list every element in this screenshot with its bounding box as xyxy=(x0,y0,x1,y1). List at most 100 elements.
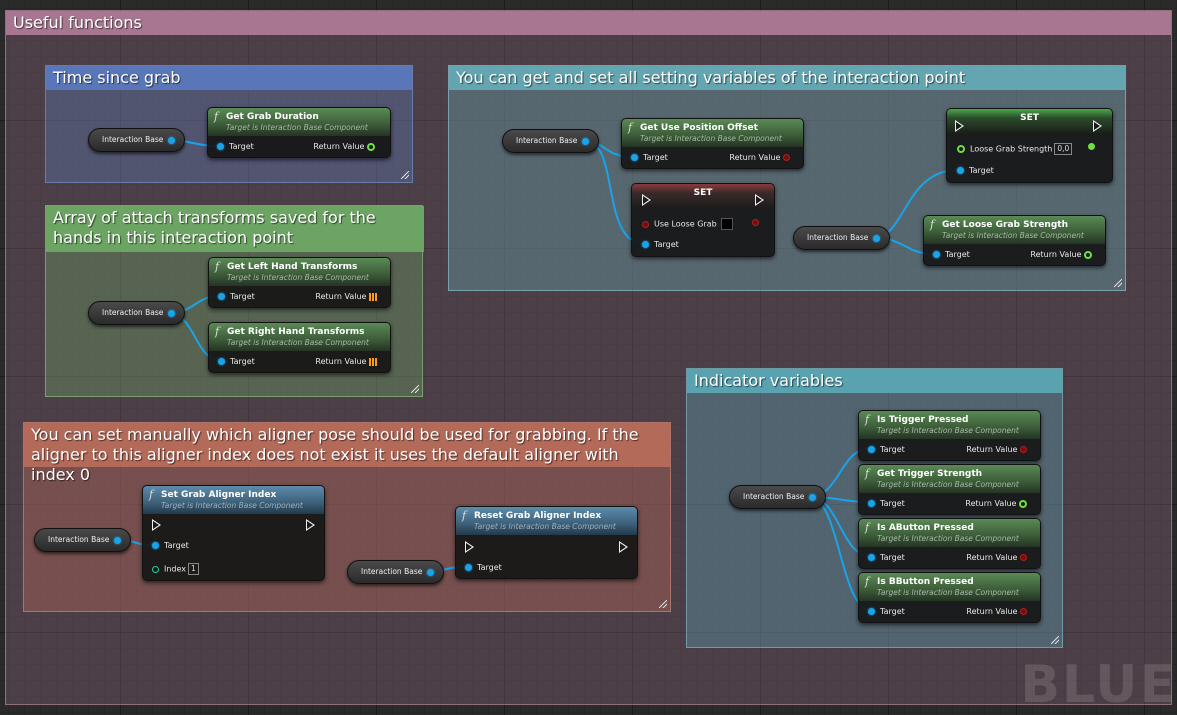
bool-out-pin[interactable] xyxy=(752,219,759,226)
bool-pin[interactable] xyxy=(642,220,649,228)
float-pin[interactable] xyxy=(957,145,965,153)
node-reset-grab-aligner-index[interactable]: f Reset Grab Aligner Index Target is Int… xyxy=(455,506,638,579)
int-pin[interactable] xyxy=(152,565,159,573)
resize-handle[interactable] xyxy=(401,171,409,179)
interaction-base-getter[interactable]: Interaction Base xyxy=(88,301,185,325)
target-pin[interactable] xyxy=(642,241,649,248)
pin-row-return[interactable]: Return Value xyxy=(313,142,380,152)
node-set-loose-grab-strength[interactable]: SET Loose Grab Strength 0,0 Target xyxy=(946,108,1113,183)
pin-row-target[interactable]: Target xyxy=(465,563,502,573)
pin-row-return[interactable]: Return Value xyxy=(966,553,1032,563)
interaction-base-getter[interactable]: Interaction Base xyxy=(34,528,131,552)
target-pin[interactable] xyxy=(218,358,225,365)
node-get-left-hand-transforms[interactable]: f Get Left Hand Transforms Target is Int… xyxy=(208,257,391,308)
interaction-base-getter[interactable]: Interaction Base xyxy=(793,226,890,250)
exec-out-pin[interactable] xyxy=(755,194,764,206)
pin-row-target[interactable]: Target xyxy=(217,142,254,152)
output-pin[interactable] xyxy=(168,137,175,144)
value-input[interactable]: 0,0 xyxy=(1054,143,1073,155)
pin-row-index[interactable]: Index 1 xyxy=(152,563,199,575)
return-pin[interactable] xyxy=(1020,446,1027,453)
interaction-base-getter[interactable]: Interaction Base xyxy=(502,129,599,153)
output-pin[interactable] xyxy=(427,569,434,576)
pin-row-return[interactable]: Return Value xyxy=(315,292,382,302)
resize-handle[interactable] xyxy=(411,385,419,393)
pin-row-return[interactable]: Return Value xyxy=(1030,250,1097,260)
pin-row-target[interactable]: Target xyxy=(218,292,255,302)
return-pin[interactable] xyxy=(1020,554,1027,561)
pin-row-target[interactable]: Target xyxy=(868,445,905,455)
output-pin[interactable] xyxy=(873,235,880,242)
output-pin[interactable] xyxy=(809,494,816,501)
target-pin[interactable] xyxy=(152,542,159,549)
target-pin[interactable] xyxy=(957,167,964,174)
resize-handle[interactable] xyxy=(1051,636,1059,644)
target-pin[interactable] xyxy=(217,143,224,150)
node-get-trigger-strength[interactable]: f Get Trigger Strength Target is Interac… xyxy=(858,464,1041,515)
interaction-base-getter[interactable]: Interaction Base xyxy=(88,128,185,152)
exec-out-pin[interactable] xyxy=(619,541,628,553)
pin-row-return[interactable]: Return Value xyxy=(729,153,795,163)
node-is-trigger-pressed[interactable]: f Is Trigger Pressed Target is Interacti… xyxy=(858,410,1041,461)
exec-in-pin[interactable] xyxy=(152,519,161,531)
pin-row-target[interactable]: Target xyxy=(933,250,970,260)
comment-title: Useful functions xyxy=(6,11,1171,35)
return-pin[interactable] xyxy=(1019,499,1027,508)
pin-row-return[interactable]: Return Value xyxy=(965,499,1032,509)
interaction-base-getter[interactable]: Interaction Base xyxy=(729,485,826,509)
pin-row-target[interactable]: Target xyxy=(868,607,905,617)
node-get-loose-grab-strength[interactable]: f Get Loose Grab Strength Target is Inte… xyxy=(923,215,1106,266)
return-pin[interactable] xyxy=(1020,608,1027,615)
node-title: Is AButton Pressed xyxy=(877,523,974,533)
return-pin[interactable] xyxy=(369,357,377,366)
resize-handle[interactable] xyxy=(659,600,667,608)
target-pin[interactable] xyxy=(868,500,875,507)
exec-in-pin[interactable] xyxy=(955,120,964,132)
pin-row-loose-grab-strength[interactable]: Loose Grab Strength 0,0 xyxy=(957,143,1073,155)
index-input[interactable]: 1 xyxy=(188,563,199,575)
pin-row-target[interactable]: Target xyxy=(218,357,255,367)
checkbox[interactable] xyxy=(720,218,733,230)
node-get-use-position-offset[interactable]: f Get Use Position Offset Target is Inte… xyxy=(621,118,804,169)
target-pin[interactable] xyxy=(868,446,875,453)
target-pin[interactable] xyxy=(631,154,638,161)
node-get-grab-duration[interactable]: f Get Grab Duration Target is Interactio… xyxy=(207,107,391,158)
pin-row-return[interactable]: Return Value xyxy=(966,445,1032,455)
exec-in-pin[interactable] xyxy=(465,541,474,553)
pin-row-target[interactable]: Target xyxy=(152,541,189,551)
resize-handle[interactable] xyxy=(1114,279,1122,287)
return-pin[interactable] xyxy=(1084,250,1092,259)
return-pin[interactable] xyxy=(783,154,790,161)
pin-label: Return Value xyxy=(966,445,1018,454)
node-is-bbutton-pressed[interactable]: f Is BButton Pressed Target is Interacti… xyxy=(858,572,1041,623)
function-icon: f xyxy=(215,260,220,273)
pin-row-return[interactable]: Return Value xyxy=(966,607,1032,617)
target-pin[interactable] xyxy=(465,564,472,571)
target-pin[interactable] xyxy=(218,293,225,300)
node-set-use-loose-grab[interactable]: SET Use Loose Grab Target xyxy=(631,183,775,257)
pin-label: Target xyxy=(880,607,905,616)
pin-row-target[interactable]: Target xyxy=(868,553,905,563)
output-pin[interactable] xyxy=(168,310,175,317)
return-pin[interactable] xyxy=(367,142,375,151)
node-is-abutton-pressed[interactable]: f Is AButton Pressed Target is Interacti… xyxy=(858,518,1041,569)
target-pin[interactable] xyxy=(868,554,875,561)
return-pin[interactable] xyxy=(369,292,377,301)
interaction-base-getter[interactable]: Interaction Base xyxy=(347,560,444,584)
node-set-grab-aligner-index[interactable]: f Set Grab Aligner Index Target is Inter… xyxy=(142,485,325,581)
pin-row-target[interactable]: Target xyxy=(631,153,668,163)
exec-out-pin[interactable] xyxy=(1093,120,1102,132)
exec-in-pin[interactable] xyxy=(642,194,651,206)
target-pin[interactable] xyxy=(868,608,875,615)
target-pin[interactable] xyxy=(933,251,940,258)
pin-row-target[interactable]: Target xyxy=(642,240,679,250)
node-get-right-hand-transforms[interactable]: f Get Right Hand Transforms Target is In… xyxy=(208,322,391,373)
exec-out-pin[interactable] xyxy=(306,519,315,531)
pin-row-return[interactable]: Return Value xyxy=(315,357,382,367)
float-out-pin[interactable] xyxy=(1088,143,1095,150)
pin-row-target[interactable]: Target xyxy=(957,166,994,176)
pin-row-target[interactable]: Target xyxy=(868,499,905,509)
output-pin[interactable] xyxy=(114,537,121,544)
pin-row-use-loose-grab[interactable]: Use Loose Grab xyxy=(642,218,733,230)
output-pin[interactable] xyxy=(582,138,589,145)
